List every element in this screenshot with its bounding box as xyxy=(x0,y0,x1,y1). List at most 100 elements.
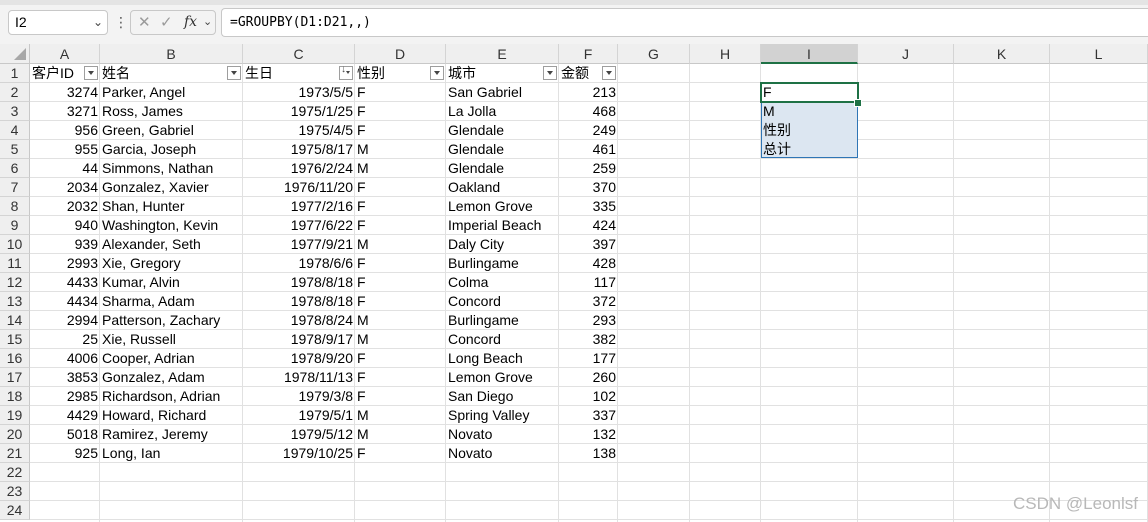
cell-amount[interactable]: 397 xyxy=(559,235,618,254)
column-header-l[interactable]: L xyxy=(1050,44,1148,64)
cell-gender[interactable]: F xyxy=(355,387,446,406)
cell-id[interactable]: 956 xyxy=(30,121,100,140)
cell-amount[interactable]: 102 xyxy=(559,387,618,406)
column-header-g[interactable]: G xyxy=(618,44,690,64)
cell-id[interactable]: 2985 xyxy=(30,387,100,406)
cell-city[interactable]: Burlingame xyxy=(446,311,559,330)
cell-amount[interactable]: 293 xyxy=(559,311,618,330)
cell-city[interactable]: Lemon Grove xyxy=(446,197,559,216)
cell-gender[interactable]: F xyxy=(355,368,446,387)
chevron-down-icon[interactable]: ⌄ xyxy=(93,11,103,34)
cell-city[interactable]: Glendale xyxy=(446,121,559,140)
cell-id[interactable]: 939 xyxy=(30,235,100,254)
cell-amount[interactable]: 132 xyxy=(559,425,618,444)
cell-id[interactable]: 940 xyxy=(30,216,100,235)
cell-amount[interactable]: 424 xyxy=(559,216,618,235)
cell-id[interactable]: 3274 xyxy=(30,83,100,102)
cell-city[interactable]: Novato xyxy=(446,425,559,444)
cell-id[interactable]: 2993 xyxy=(30,254,100,273)
cell-amount[interactable]: 213 xyxy=(559,83,618,102)
cell-city[interactable]: Long Beach xyxy=(446,349,559,368)
cell-city[interactable]: Novato xyxy=(446,444,559,463)
column-header-a[interactable]: A xyxy=(30,44,100,64)
cell-city[interactable]: San Diego xyxy=(446,387,559,406)
cell-gender[interactable]: M xyxy=(355,159,446,178)
cell-name[interactable]: Long, Ian xyxy=(100,444,243,463)
row-header-17[interactable]: 17 xyxy=(0,368,30,387)
filter-dropdown-icon[interactable] xyxy=(227,66,241,80)
more-options-icon[interactable]: ⋮ xyxy=(114,10,128,35)
cell-birthday[interactable]: 1975/4/5 xyxy=(243,121,355,140)
cell-gender[interactable]: M xyxy=(355,140,446,159)
cell-amount[interactable]: 468 xyxy=(559,102,618,121)
cell-name[interactable]: Richardson, Adrian xyxy=(100,387,243,406)
cell-amount[interactable]: 382 xyxy=(559,330,618,349)
cell-birthday[interactable]: 1978/8/18 xyxy=(243,273,355,292)
row-header-2[interactable]: 2 xyxy=(0,83,30,102)
cell-amount[interactable]: 260 xyxy=(559,368,618,387)
name-box[interactable]: I2 ⌄ xyxy=(8,10,108,35)
cell-city[interactable]: Lemon Grove xyxy=(446,368,559,387)
cell-city[interactable]: Glendale xyxy=(446,159,559,178)
row-header-20[interactable]: 20 xyxy=(0,425,30,444)
cell-id[interactable]: 2032 xyxy=(30,197,100,216)
filter-dropdown-icon[interactable] xyxy=(543,66,557,80)
cell-birthday[interactable]: 1979/5/12 xyxy=(243,425,355,444)
cell-name[interactable]: Shan, Hunter xyxy=(100,197,243,216)
header-cell-a[interactable]: 客户ID xyxy=(30,64,84,83)
cell-city[interactable]: Oakland xyxy=(446,178,559,197)
cell-birthday[interactable]: 1979/3/8 xyxy=(243,387,355,406)
cell-name[interactable]: Ross, James xyxy=(100,102,243,121)
cell-name[interactable]: Garcia, Joseph xyxy=(100,140,243,159)
row-header-21[interactable]: 21 xyxy=(0,444,30,463)
row-header-23[interactable]: 23 xyxy=(0,482,30,501)
filter-dropdown-icon[interactable] xyxy=(339,64,353,80)
cell-birthday[interactable]: 1978/8/18 xyxy=(243,292,355,311)
cell-birthday[interactable]: 1973/5/5 xyxy=(243,83,355,102)
column-header-b[interactable]: B xyxy=(100,44,243,64)
row-header-11[interactable]: 11 xyxy=(0,254,30,273)
cell-amount[interactable]: 249 xyxy=(559,121,618,140)
column-header-h[interactable]: H xyxy=(690,44,761,64)
cell-gender[interactable]: M xyxy=(355,330,446,349)
row-header-18[interactable]: 18 xyxy=(0,387,30,406)
select-all-button[interactable] xyxy=(0,44,30,64)
cell-name[interactable]: Xie, Gregory xyxy=(100,254,243,273)
cell-birthday[interactable]: 1977/9/21 xyxy=(243,235,355,254)
cell-gender[interactable]: F xyxy=(355,216,446,235)
cell-gender[interactable]: F xyxy=(355,102,446,121)
cell-name[interactable]: Xie, Russell xyxy=(100,330,243,349)
cell-city[interactable]: Colma xyxy=(446,273,559,292)
cell-gender[interactable]: M xyxy=(355,406,446,425)
cell-name[interactable]: Parker, Angel xyxy=(100,83,243,102)
cell-birthday[interactable]: 1977/2/16 xyxy=(243,197,355,216)
cell-id[interactable]: 3271 xyxy=(30,102,100,121)
row-header-15[interactable]: 15 xyxy=(0,330,30,349)
row-header-9[interactable]: 9 xyxy=(0,216,30,235)
spill-result-cell[interactable]: M xyxy=(763,102,775,121)
cell-id[interactable]: 925 xyxy=(30,444,100,463)
cell-city[interactable]: Concord xyxy=(446,330,559,349)
cell-birthday[interactable]: 1976/2/24 xyxy=(243,159,355,178)
cell-city[interactable]: Concord xyxy=(446,292,559,311)
row-header-3[interactable]: 3 xyxy=(0,102,30,121)
cell-name[interactable]: Gonzalez, Adam xyxy=(100,368,243,387)
column-header-k[interactable]: K xyxy=(954,44,1050,64)
cell-birthday[interactable]: 1975/1/25 xyxy=(243,102,355,121)
cell-gender[interactable]: F xyxy=(355,178,446,197)
spill-result-cell[interactable]: 性别 xyxy=(763,121,791,140)
cell-birthday[interactable]: 1978/9/20 xyxy=(243,349,355,368)
cell-amount[interactable]: 372 xyxy=(559,292,618,311)
cell-name[interactable]: Alexander, Seth xyxy=(100,235,243,254)
row-header-16[interactable]: 16 xyxy=(0,349,30,368)
row-header-24[interactable]: 24 xyxy=(0,501,30,520)
row-header-5[interactable]: 5 xyxy=(0,140,30,159)
cell-amount[interactable]: 259 xyxy=(559,159,618,178)
cell-amount[interactable]: 177 xyxy=(559,349,618,368)
filter-dropdown-icon[interactable] xyxy=(84,66,98,80)
column-header-c[interactable]: C xyxy=(243,44,355,64)
formula-input[interactable]: =GROUPBY(D1:D21,,) xyxy=(221,8,1148,37)
cell-city[interactable]: Burlingame xyxy=(446,254,559,273)
cell-amount[interactable]: 335 xyxy=(559,197,618,216)
cell-birthday[interactable]: 1975/8/17 xyxy=(243,140,355,159)
